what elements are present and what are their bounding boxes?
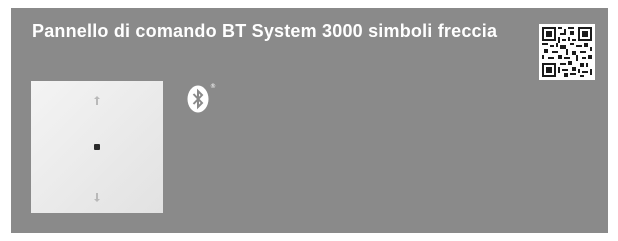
- bluetooth-icon: [187, 85, 209, 113]
- product-card: Pannello di comando BT System 3000 simbo…: [11, 8, 608, 233]
- qr-code-icon: [539, 24, 595, 80]
- dot-icon: [94, 144, 100, 150]
- arrow-down-icon: [94, 193, 100, 202]
- product-image: [31, 81, 163, 213]
- product-title: Pannello di comando BT System 3000 simbo…: [32, 21, 498, 41]
- arrow-up-icon: [94, 96, 100, 105]
- registered-mark: ®: [210, 83, 216, 90]
